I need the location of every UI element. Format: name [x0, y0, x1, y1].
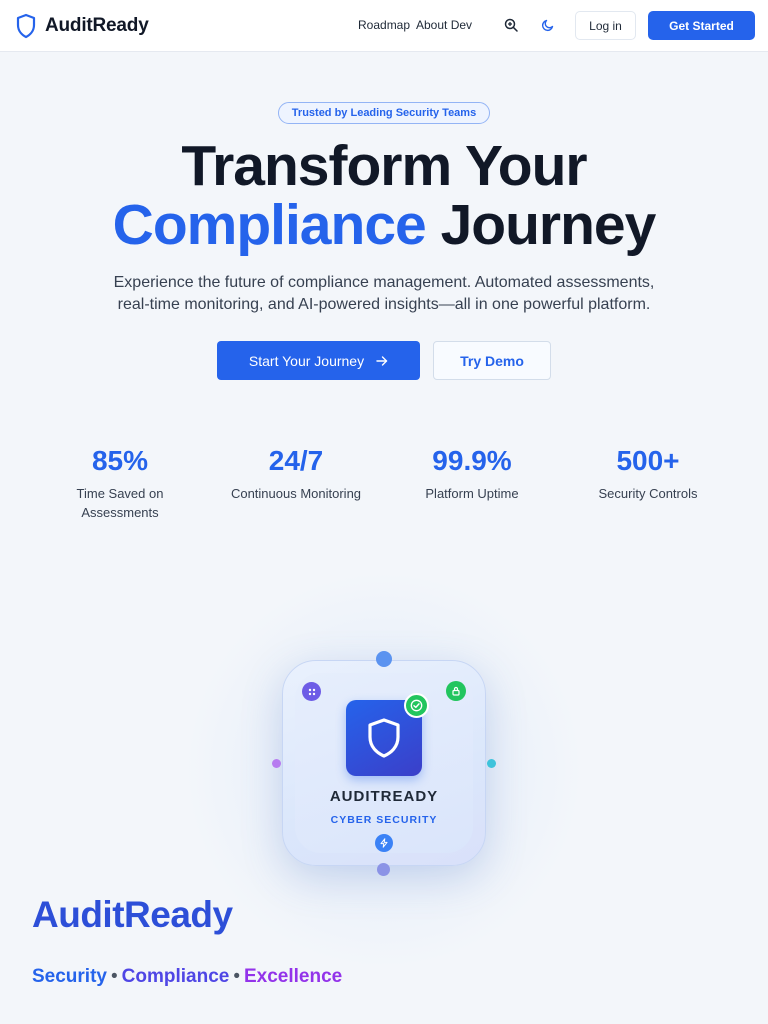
bolt-badge: [375, 834, 393, 852]
shield-icon: [16, 13, 36, 39]
footer-tagline: Security • Compliance • Excellence: [32, 966, 342, 988]
headline-line1: Transform Your: [181, 134, 587, 198]
zoom-icon: [504, 18, 518, 32]
brand-logo[interactable]: AuditReady: [15, 13, 149, 39]
zoom-button[interactable]: [498, 12, 524, 38]
orbit-dot-left: [272, 759, 281, 768]
brand-name: AuditReady: [45, 15, 149, 36]
tag-separator: •: [110, 966, 118, 987]
sparkle-badge: [302, 682, 321, 701]
lock-badge: [446, 681, 466, 701]
login-button[interactable]: Log in: [575, 11, 636, 40]
orbit-dot-bottom: [377, 863, 390, 876]
get-started-button[interactable]: Get Started: [648, 11, 755, 40]
tag-separator: •: [233, 966, 240, 987]
orbit-dot-top: [376, 651, 392, 667]
headline-line2: Compliance Journey: [0, 195, 768, 255]
top-navbar: AuditReady Roadmap About Dev Log in Get …: [0, 0, 768, 52]
tag-security: Security: [32, 966, 107, 987]
stat-label: Continuous Monitoring: [230, 486, 362, 501]
stat-controls: 500+ Security Controls: [560, 444, 736, 503]
arrow-right-icon: [376, 355, 388, 366]
hero-subtext-line1: Experience the future of compliance mana…: [113, 274, 655, 291]
stat-label: Security Controls: [598, 486, 698, 501]
tag-excellence: Excellence: [244, 966, 343, 987]
sparkle-icon: [308, 688, 315, 695]
stat-label-line1: Time Saved on: [76, 486, 164, 501]
nav-roadmap[interactable]: Roadmap: [358, 18, 410, 32]
footer-brand-name: AuditReady: [32, 894, 233, 935]
headline-rest: Journey: [440, 193, 657, 257]
verified-badge: [404, 693, 429, 718]
stat-label-line2: Assessments: [81, 505, 159, 520]
stat-value: 85%: [91, 445, 149, 476]
check-icon: [410, 699, 423, 712]
tag-compliance: Compliance: [121, 966, 230, 987]
stat-value: 500+: [616, 445, 680, 476]
stat-value: 24/7: [268, 445, 324, 476]
card-title: AUDITREADY: [329, 788, 439, 805]
hero-subtext-line2: real-time monitoring, and AI-powered ins…: [117, 296, 651, 313]
stat-time-saved: 85% Time Saved on Assessments: [32, 444, 208, 522]
theme-toggle-button[interactable]: [535, 12, 561, 38]
trusted-badge: Trusted by Leading Security Teams: [278, 102, 490, 124]
shield-icon: [368, 718, 400, 758]
card-subtitle: CYBER SECURITY: [330, 814, 438, 826]
lock-icon: [452, 686, 460, 696]
start-journey-label: Start Your Journey: [248, 352, 365, 369]
stat-label: Platform Uptime: [425, 486, 519, 501]
stat-label: Time Saved on Assessments: [32, 484, 208, 522]
moon-icon: [541, 19, 554, 32]
stat-uptime: 99.9% Platform Uptime: [384, 444, 560, 503]
nav-about-dev[interactable]: About Dev: [416, 18, 472, 32]
start-journey-button[interactable]: Start Your Journey: [217, 341, 420, 380]
bolt-icon: [380, 838, 388, 848]
orbit-dot-right: [487, 759, 496, 768]
stat-value: 99.9%: [432, 445, 512, 476]
try-demo-button[interactable]: Try Demo: [433, 341, 551, 380]
headline-highlight: Compliance: [112, 193, 427, 257]
stat-monitoring: 24/7 Continuous Monitoring: [208, 444, 384, 503]
